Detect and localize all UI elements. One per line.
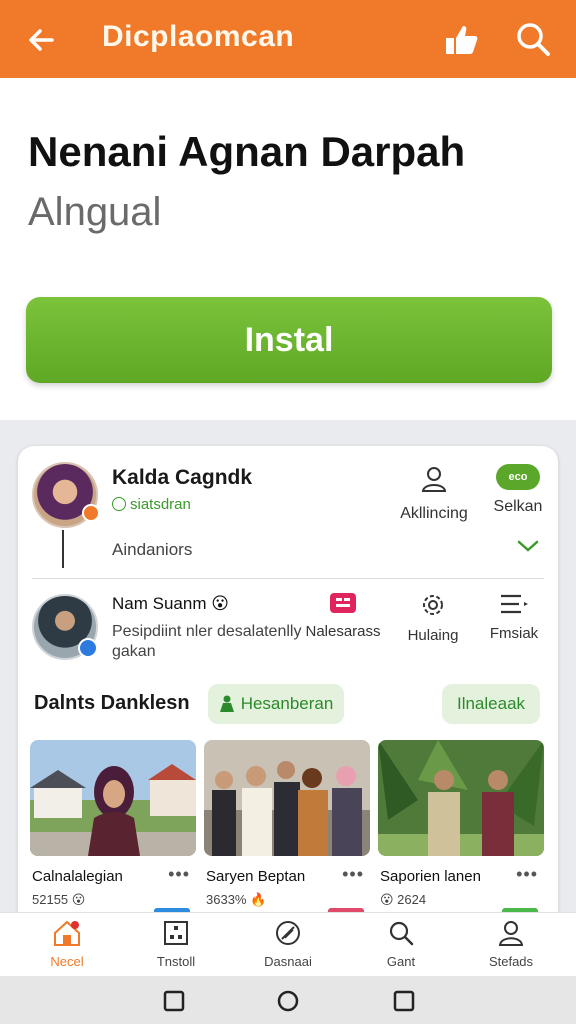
thumbs-up-icon[interactable] [440, 18, 482, 60]
avatar-badge [82, 504, 100, 522]
profile-action-label: Akllincing [400, 505, 468, 522]
home-circle-icon[interactable] [277, 990, 299, 1012]
compass-icon [276, 921, 300, 945]
nav-home[interactable]: Necel [22, 919, 112, 969]
install-button[interactable]: Instal [26, 297, 552, 383]
recents-square-icon[interactable] [393, 990, 415, 1012]
more-options-icon[interactable]: ••• [516, 864, 538, 885]
person-pin-icon [219, 695, 234, 712]
app-bar-title: Dicplaomcan [102, 20, 295, 53]
media-card[interactable]: Saporien lanen ••• 😮 2624 [378, 740, 544, 926]
back-square-icon[interactable] [163, 990, 185, 1012]
app-subtitle: Alngual [28, 190, 162, 234]
bottom-navigation: Necel Tnstoll Dasnaai Gant Stefads [0, 912, 576, 976]
select-button[interactable]: eco Selkan [488, 464, 548, 516]
check-circle-icon [112, 497, 126, 511]
home-icon [54, 920, 80, 946]
app-name: Nenani Agnan Darpah [28, 128, 466, 175]
nav-search[interactable]: Gant [356, 919, 446, 969]
media-stat: 😮 2624 [380, 892, 427, 907]
nav-install-label: Tnstoll [156, 954, 196, 969]
nav-search-label: Gant [386, 954, 416, 969]
back-arrow-icon[interactable] [22, 20, 62, 60]
post-avatar[interactable] [32, 594, 98, 660]
media-stat: 52155 😮 [32, 892, 86, 907]
media-caption: Saryen Beptan [206, 868, 306, 885]
avatar[interactable] [32, 462, 100, 528]
install-box-icon [164, 921, 188, 945]
nav-discover[interactable]: Dasnaai [243, 919, 333, 969]
profile-action-button[interactable]: Akllincing [400, 464, 468, 523]
filter-chip-secondary[interactable]: Ilnaleaak [442, 684, 540, 724]
tool-menu[interactable]: Fmsiak [478, 592, 550, 642]
post-author-name: Nam Suanm [112, 594, 207, 613]
verified-badge [78, 638, 98, 658]
eco-pill: eco [496, 464, 540, 490]
media-caption: Saporien lanen [380, 868, 481, 885]
person-icon [498, 921, 524, 946]
media-card[interactable]: Saryen Beptan ••• 3633% 🔥 [204, 740, 370, 926]
top-app-bar: Dicplaomcan [0, 0, 576, 78]
system-navigation-bar [0, 976, 576, 1024]
search-icon[interactable] [512, 18, 554, 60]
media-card[interactable]: Calnalalegian ••• 52155 😮 [30, 740, 196, 926]
nav-discover-label: Dasnaai [264, 954, 312, 969]
profile-card: Kalda Cagndk siatsdran Aindaniors Akllin… [18, 446, 558, 926]
more-options-icon[interactable]: ••• [342, 864, 364, 885]
tool-settings-label: Hulaing [407, 627, 459, 644]
nav-profile[interactable]: Stefads [466, 919, 556, 969]
divider [32, 578, 544, 579]
search-icon [389, 921, 414, 946]
status-text: siatsdran [130, 496, 191, 513]
profile-name: Kalda Cagndk [112, 466, 253, 489]
post-description: Pesipdiint nler desalatenlly gakan [112, 623, 302, 660]
tool-menu-label: Fmsiak [489, 625, 539, 642]
person-icon [421, 467, 447, 492]
tool-news-label: Nalesarass [305, 623, 381, 640]
nav-home-label: Necel [50, 954, 84, 969]
news-icon [330, 593, 356, 613]
media-thumbnail [30, 740, 196, 856]
media-thumbnail [204, 740, 370, 856]
media-thumbnail [378, 740, 544, 856]
profile-status: siatsdran [112, 496, 191, 513]
nav-install[interactable]: Tnstoll [131, 919, 221, 969]
media-caption: Calnalalegian [32, 868, 123, 885]
tool-news[interactable]: Nalesarass [304, 592, 382, 640]
menu-icon [501, 594, 528, 614]
chevron-down-icon[interactable] [516, 538, 540, 554]
select-label: Selkan [493, 498, 543, 515]
section-title: Dalnts Danklesn [34, 692, 190, 714]
nav-profile-label: Stefads [488, 954, 534, 969]
media-stat: 3633% 🔥 [206, 892, 267, 907]
post-emoji: 😮 [211, 594, 229, 613]
filter-chip-primary[interactable]: Hesanberan [208, 684, 344, 724]
connector-line [62, 530, 64, 568]
profile-role: Aindaniors [112, 540, 193, 559]
gear-icon [423, 595, 443, 615]
tool-settings[interactable]: Hulaing [396, 592, 470, 644]
filter-chip-primary-label: Hesanberan [240, 694, 334, 713]
post-author: Nam Suanm 😮 [112, 594, 229, 614]
more-options-icon[interactable]: ••• [168, 864, 190, 885]
